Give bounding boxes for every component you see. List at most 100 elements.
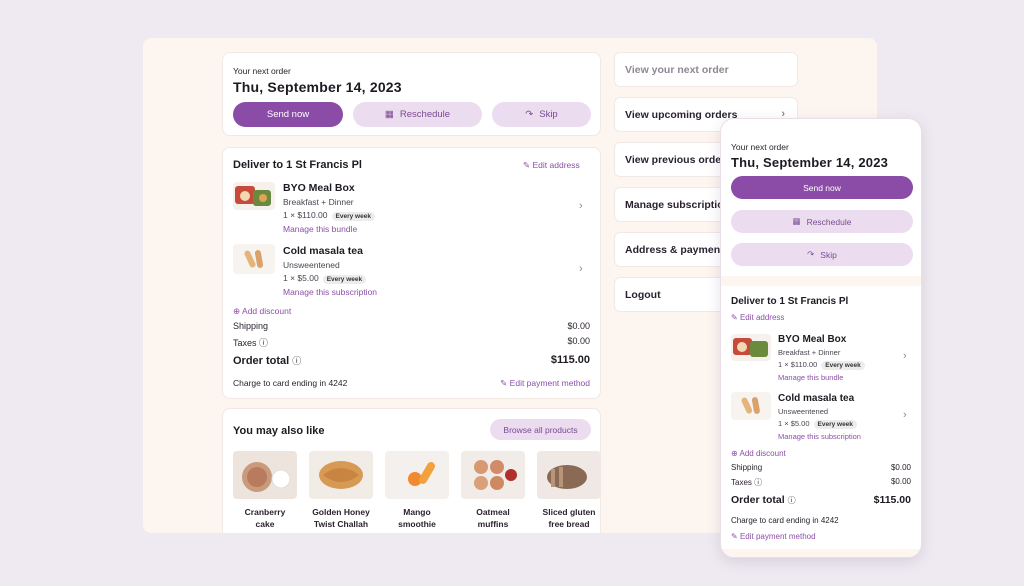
chevron-right-icon[interactable]: › — [579, 263, 583, 275]
shipping-value: $0.00 — [890, 463, 911, 472]
skip-icon: ↷ — [807, 249, 815, 259]
skip-label: Skip — [539, 109, 558, 120]
pencil-icon: ✎ — [523, 160, 531, 170]
item-price-text: 1 × $5.00 — [283, 273, 319, 283]
product-name-cranberry[interactable]: Cranberry cake — [233, 506, 297, 530]
skip-button[interactable]: ↷ Skip — [731, 243, 913, 266]
taxes-value: $0.00 — [890, 477, 911, 486]
add-discount-link[interactable]: ⊕ Add discount — [233, 306, 291, 317]
edit-address-label: Edit address — [739, 313, 785, 322]
item-price-text: 1 × $110.00 — [778, 360, 818, 369]
order-total-value: $115.00 — [550, 354, 590, 366]
nav-next-order[interactable]: View your next order — [614, 52, 798, 87]
edit-payment-label: Edit payment method — [739, 532, 816, 541]
product-name-mango[interactable]: Mango smoothie — [385, 506, 449, 530]
send-now-button[interactable]: Send now — [731, 176, 913, 199]
edit-payment-link[interactable]: ✎ Edit payment method — [500, 378, 590, 389]
manage-subscription-link[interactable]: Manage this subscription — [283, 287, 377, 297]
item-desc: Unsweentened — [283, 260, 340, 270]
send-now-button[interactable]: Send now — [233, 102, 343, 127]
taxes-label: Taxes — [233, 338, 257, 348]
chevron-right-icon[interactable]: › — [903, 409, 907, 421]
edit-payment-link[interactable]: ✎ Edit payment method — [731, 532, 816, 541]
product-image-mango[interactable] — [385, 451, 449, 499]
product-image-bread[interactable] — [537, 451, 601, 499]
item-name: BYO Meal Box — [778, 334, 847, 345]
add-discount-link[interactable]: ⊕ Add discount — [731, 449, 786, 458]
product-name-muffins[interactable]: Oatmeal muffins — [461, 506, 525, 530]
chevron-right-icon[interactable]: › — [579, 200, 583, 212]
nav-label: Logout — [625, 288, 661, 301]
meal-box-image — [731, 334, 771, 361]
next-order-label: Your next order — [233, 66, 291, 76]
item-name: BYO Meal Box — [283, 182, 355, 194]
product-image-challah[interactable] — [309, 451, 373, 499]
delivery-card: Deliver to 1 St Francis Pl ✎ Edit addres… — [222, 147, 601, 399]
frequency-badge: Every week — [331, 212, 375, 221]
manage-bundle-link[interactable]: Manage this bundle — [283, 224, 357, 234]
item-price: 1 × $5.00 Every week — [778, 419, 857, 429]
info-icon[interactable]: ⓘ — [788, 496, 796, 505]
product-name-line: Mango — [403, 507, 431, 517]
edit-address-link[interactable]: ✎ Edit address — [731, 313, 784, 322]
item-desc: Breakfast + Dinner — [283, 197, 354, 207]
next-order-date: Thu, September 14, 2023 — [731, 155, 889, 170]
order-total-label: Order total — [731, 494, 785, 506]
edit-address-label: Edit address — [532, 160, 580, 170]
product-name-line: free bread — [548, 519, 590, 529]
edit-address-link[interactable]: ✎ Edit address — [523, 160, 580, 171]
next-order-date: Thu, September 14, 2023 — [233, 79, 402, 95]
card-info: Charge to card ending in 4242 — [731, 516, 839, 525]
product-name-line: muffins — [477, 519, 509, 529]
product-image-muffins[interactable] — [461, 451, 525, 499]
product-name-line: cake — [255, 519, 275, 529]
browse-products-label: Browse all products — [503, 424, 578, 435]
card-info: Charge to card ending in 4242 — [233, 378, 348, 388]
reschedule-label: Reschedule — [806, 216, 852, 227]
pencil-icon: ✎ — [731, 532, 738, 541]
chevron-right-icon[interactable]: › — [903, 350, 907, 362]
taxes-row: Taxes ⓘ — [233, 336, 268, 349]
add-discount-label: Add discount — [739, 449, 786, 458]
item-price-text: 1 × $5.00 — [778, 419, 810, 428]
reschedule-button[interactable]: ▦ Reschedule — [731, 210, 913, 233]
reschedule-button[interactable]: ▦ Reschedule — [353, 102, 482, 127]
browse-products-button[interactable]: Browse all products — [490, 419, 591, 440]
product-name-line: Golden Honey — [312, 507, 370, 517]
item-desc: Unsweentened — [778, 407, 829, 416]
order-total-value: $115.00 — [873, 494, 911, 506]
recommendations-card: You may also like Browse all products Cr… — [222, 408, 601, 533]
skip-button[interactable]: ↷ Skip — [492, 102, 591, 127]
frequency-badge: Every week — [322, 275, 367, 284]
shipping-value: $0.00 — [567, 321, 590, 331]
section-divider — [721, 549, 921, 557]
masala-tea-image — [731, 392, 771, 420]
product-image-cranberry[interactable] — [233, 451, 297, 499]
nav-label: View previous orders — [625, 153, 732, 166]
product-name-line: Cranberry — [244, 507, 286, 517]
calendar-icon: ▦ — [384, 109, 394, 120]
taxes-label: Taxes — [731, 478, 752, 487]
item-price: 1 × $5.00 Every week — [283, 273, 367, 284]
product-name-line: Oatmeal — [476, 507, 510, 517]
info-icon[interactable]: ⓘ — [292, 356, 301, 366]
shipping-label: Shipping — [731, 463, 763, 472]
next-order-label: Your next order — [731, 142, 789, 152]
product-name-line: smoothie — [398, 519, 436, 529]
add-discount-label: Add discount — [242, 306, 292, 316]
info-icon[interactable]: ⓘ — [259, 338, 268, 348]
nav-label: Address & payment — [625, 243, 724, 256]
manage-subscription-link[interactable]: Manage this subscription — [778, 432, 861, 441]
info-icon[interactable]: ⓘ — [754, 478, 762, 487]
skip-label: Skip — [820, 249, 837, 260]
product-name-challah[interactable]: Golden Honey Twist Challah — [309, 506, 373, 530]
item-price-text: 1 × $110.00 — [283, 210, 328, 220]
section-divider — [721, 276, 921, 286]
item-name: Cold masala tea — [283, 245, 363, 257]
next-order-card: Your next order Thu, September 14, 2023 … — [222, 52, 601, 136]
deliver-to-title: Deliver to 1 St Francis Pl — [731, 296, 849, 307]
taxes-row: Taxes ⓘ — [731, 477, 762, 488]
reschedule-label: Reschedule — [399, 109, 451, 120]
product-name-bread[interactable]: Sliced gluten free bread — [537, 506, 601, 530]
manage-bundle-link[interactable]: Manage this bundle — [778, 373, 843, 382]
